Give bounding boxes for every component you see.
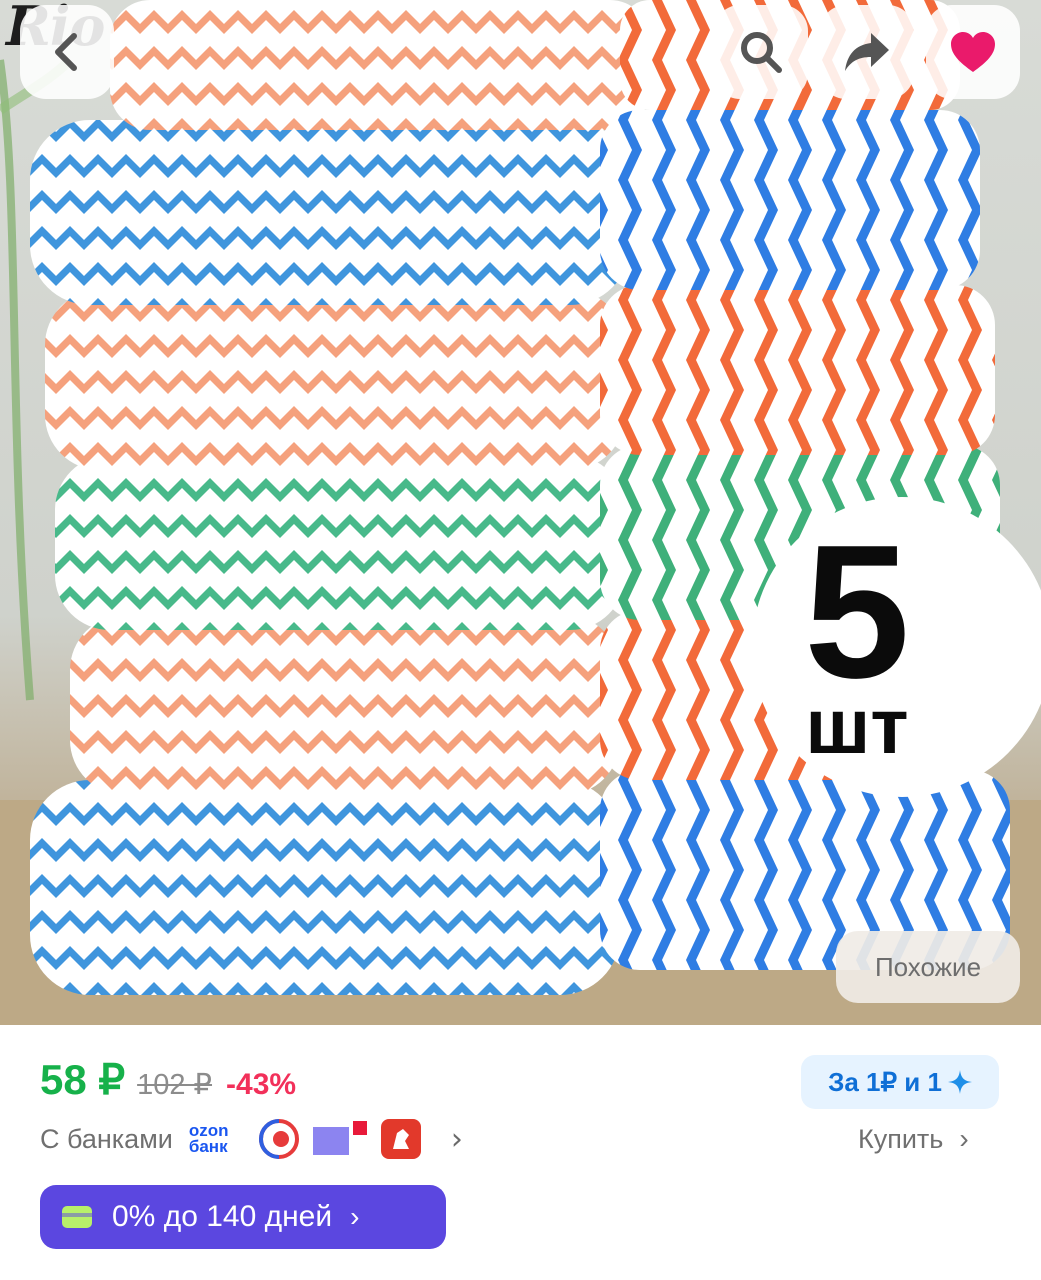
- share-arrow-icon: [845, 33, 889, 71]
- points-badge[interactable]: За 1₽ и 1: [801, 1055, 999, 1109]
- sparkle-icon: [947, 1070, 972, 1094]
- buy-label: Купить: [858, 1123, 944, 1154]
- search-icon: [741, 32, 782, 73]
- banks-chevron-icon: ›: [450, 1121, 463, 1157]
- search-button[interactable]: [714, 5, 808, 99]
- product-image[interactable]: Rio 5 шт Похожие: [0, 0, 1041, 1025]
- card-icon: [62, 1206, 92, 1228]
- similar-button[interactable]: Похожие: [836, 931, 1020, 1003]
- pack-count: 5: [804, 506, 910, 718]
- share-button[interactable]: [820, 5, 914, 99]
- price-row: 58 ₽ 102 ₽ -43%: [40, 1055, 296, 1115]
- installment-button[interactable]: 0% до 140 дней ›: [40, 1185, 446, 1249]
- ozon-bank-logo: ozon банк: [189, 1119, 245, 1159]
- banks-row[interactable]: С банками ozon банк ›: [40, 1117, 463, 1161]
- product-info-panel: 58 ₽ 102 ₽ -43% За 1₽ и 1 С банками ozon…: [0, 1025, 1041, 1280]
- ozon-bank-line2: банк: [188, 1137, 228, 1156]
- back-button[interactable]: [20, 5, 114, 99]
- purple-square-icon: [312, 1121, 367, 1155]
- heart-icon: [951, 32, 995, 72]
- price-current: 58 ₽: [40, 1056, 126, 1103]
- favorite-button[interactable]: [926, 5, 1020, 99]
- buy-chevron-icon: ›: [959, 1123, 969, 1154]
- buy-link[interactable]: Купить ›: [858, 1117, 969, 1161]
- price-old: 102 ₽: [137, 1069, 213, 1101]
- chevron-left-icon: [55, 33, 77, 71]
- red-lion-icon: [380, 1119, 421, 1159]
- installment-label: 0% до 140 дней: [112, 1200, 333, 1233]
- points-label: За 1₽ и 1: [828, 1066, 942, 1097]
- installment-chevron-icon: ›: [350, 1201, 360, 1232]
- alfa-ring-icon: [258, 1119, 299, 1159]
- pack-unit: шт: [805, 682, 909, 770]
- price-discount: -43%: [226, 1068, 297, 1101]
- pack-count-badge: 5 шт: [752, 497, 1041, 797]
- banks-label: С банками: [40, 1123, 173, 1154]
